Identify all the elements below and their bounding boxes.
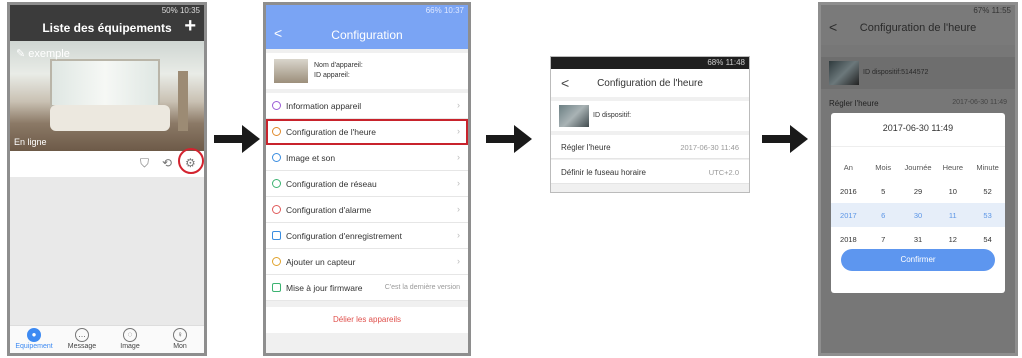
step-arrow-1 bbox=[214, 125, 260, 153]
picker-row-selected[interactable]: 2017 6 30 11 53 bbox=[831, 203, 1005, 227]
device-list-screen: 50% 10:35 Liste des équipements + ✎ exem… bbox=[7, 2, 207, 356]
bell-icon bbox=[272, 205, 281, 214]
timezone-value: UTC+2.0 bbox=[708, 168, 739, 177]
unbind-device-button[interactable]: Délier les appareils bbox=[266, 307, 468, 333]
device-thumbnail bbox=[274, 59, 308, 83]
online-status: En ligne bbox=[14, 137, 47, 147]
page-title: Configuration bbox=[331, 28, 403, 42]
menu-item-time-config[interactable]: Configuration de l'heure › bbox=[266, 119, 468, 145]
menu-item-network[interactable]: Configuration de réseau › bbox=[266, 171, 468, 197]
time-picker-header: 67% 11:55 < Configuration de l'heure bbox=[821, 5, 1015, 45]
tab-message[interactable]: … Message bbox=[58, 328, 106, 350]
tab-mon[interactable]: ♀ Mon bbox=[156, 328, 204, 350]
device-thumbnail bbox=[829, 61, 859, 85]
room-lamp bbox=[178, 71, 188, 131]
message-icon: … bbox=[75, 328, 89, 342]
device-thumbnail[interactable]: ✎ exemple En ligne bbox=[10, 41, 204, 151]
chevron-right-icon: › bbox=[457, 100, 460, 110]
room-sofa bbox=[50, 105, 170, 131]
timezone-row[interactable]: Définir le fuseau horaire UTC+2.0 bbox=[551, 160, 749, 184]
chevron-right-icon: › bbox=[457, 204, 460, 214]
picker-row[interactable]: 2016 5 29 10 52 bbox=[831, 179, 1005, 203]
confirm-button[interactable]: Confirmer bbox=[841, 249, 995, 271]
sensor-icon bbox=[272, 257, 281, 266]
chevron-right-icon: › bbox=[457, 126, 460, 136]
video-icon bbox=[272, 231, 281, 240]
device-name: ✎ exemple bbox=[16, 48, 70, 60]
device-name-label: Nom d'appareil: bbox=[314, 62, 363, 69]
set-time-row[interactable]: Régler l'heure 2017-06-30 11:46 bbox=[551, 135, 749, 159]
set-time-value: 2017-06-30 11:46 bbox=[680, 143, 739, 152]
picker-header-row: An Mois Journée Heure Minute bbox=[843, 162, 999, 172]
chevron-right-icon: › bbox=[457, 152, 460, 162]
device-actions: ⛉ ⟲ ⚙ bbox=[10, 151, 204, 177]
image-icon: ◌ bbox=[123, 328, 137, 342]
chevron-right-icon: › bbox=[457, 230, 460, 240]
status-bar: 67% 11:55 bbox=[973, 6, 1011, 15]
camera-icon: ● bbox=[27, 328, 41, 342]
menu-item-recording[interactable]: Configuration d'enregistrement › bbox=[266, 223, 468, 249]
menu-item-add-sensor[interactable]: Ajouter un capteur › bbox=[266, 249, 468, 275]
room-window bbox=[50, 59, 160, 107]
step-arrow-2 bbox=[486, 125, 532, 153]
menu-item-image-sound[interactable]: Image et son › bbox=[266, 145, 468, 171]
edit-icon[interactable]: ✎ bbox=[16, 48, 28, 60]
dialog-title: 2017-06-30 11:49 bbox=[831, 113, 1005, 147]
device-thumbnail bbox=[559, 105, 589, 127]
wifi-icon bbox=[272, 179, 281, 188]
device-id: ID dispositif: bbox=[593, 112, 632, 119]
status-bar: 50% 10:35 bbox=[161, 6, 200, 15]
menu-item-alarm[interactable]: Configuration d'alarme › bbox=[266, 197, 468, 223]
firmware-status: C'est la dernière version bbox=[384, 284, 460, 291]
time-picker-screen: 67% 11:55 < Configuration de l'heure ID … bbox=[818, 2, 1018, 356]
chevron-right-icon: › bbox=[457, 256, 460, 266]
time-config-screen: 68% 11:48 < Configuration de l'heure ID … bbox=[550, 56, 750, 193]
device-id-label: ID appareil: bbox=[314, 72, 350, 79]
clock-icon bbox=[272, 127, 281, 136]
set-time-value: 2017-06-30 11:49 bbox=[952, 99, 1007, 106]
shield-icon[interactable]: ⛉ bbox=[140, 156, 149, 171]
configuration-header: 66% 10:37 < Configuration bbox=[266, 5, 468, 49]
tab-equipement[interactable]: ● Equipement bbox=[10, 328, 58, 350]
tab-image[interactable]: ◌ Image bbox=[106, 328, 154, 350]
configuration-menu: Information appareil › Configuration de … bbox=[266, 93, 468, 301]
time-config-header: < Configuration de l'heure bbox=[551, 69, 749, 97]
user-icon: ♀ bbox=[173, 328, 187, 342]
configuration-screen: 66% 10:37 < Configuration Nom d'appareil… bbox=[263, 2, 471, 356]
device-info-row: Nom d'appareil: ID appareil: bbox=[266, 53, 468, 89]
picker-row[interactable]: 2018 7 31 12 54 bbox=[831, 227, 1005, 251]
settings-highlight-circle bbox=[178, 148, 204, 174]
playback-icon[interactable]: ⟲ bbox=[162, 156, 172, 170]
device-id: ID dispositif:5144572 bbox=[863, 69, 929, 76]
firmware-icon bbox=[272, 283, 281, 292]
page-title: Configuration de l'heure bbox=[859, 22, 977, 34]
date-picker-dialog: 2017-06-30 11:49 An Mois Journée Heure M… bbox=[831, 113, 1005, 293]
bottom-tab-bar: ● Equipement … Message ◌ Image ♀ Mon bbox=[10, 325, 204, 353]
info-icon bbox=[272, 101, 281, 110]
device-info-row: ID dispositif:5144572 bbox=[821, 57, 1015, 89]
page-title: Liste des équipements bbox=[42, 21, 172, 35]
status-bar: 68% 11:48 bbox=[551, 57, 749, 69]
add-device-button[interactable]: + bbox=[184, 15, 196, 38]
device-list-header: 50% 10:35 Liste des équipements + bbox=[10, 5, 204, 41]
chevron-right-icon: › bbox=[457, 178, 460, 188]
menu-item-firmware[interactable]: Mise à jour firmware C'est la dernière v… bbox=[266, 275, 468, 301]
device-info-row: ID dispositif: bbox=[551, 101, 749, 131]
page-title: Configuration de l'heure bbox=[597, 78, 703, 89]
set-time-row[interactable]: Régler l'heure 2017-06-30 11:49 bbox=[821, 95, 1015, 115]
menu-item-information[interactable]: Information appareil › bbox=[266, 93, 468, 119]
status-bar: 66% 10:37 bbox=[425, 6, 464, 15]
picker-columns: An Mois Journée Heure Minute 2016 5 29 1… bbox=[831, 155, 1005, 251]
step-arrow-3 bbox=[762, 125, 808, 153]
image-sound-icon bbox=[272, 153, 281, 162]
